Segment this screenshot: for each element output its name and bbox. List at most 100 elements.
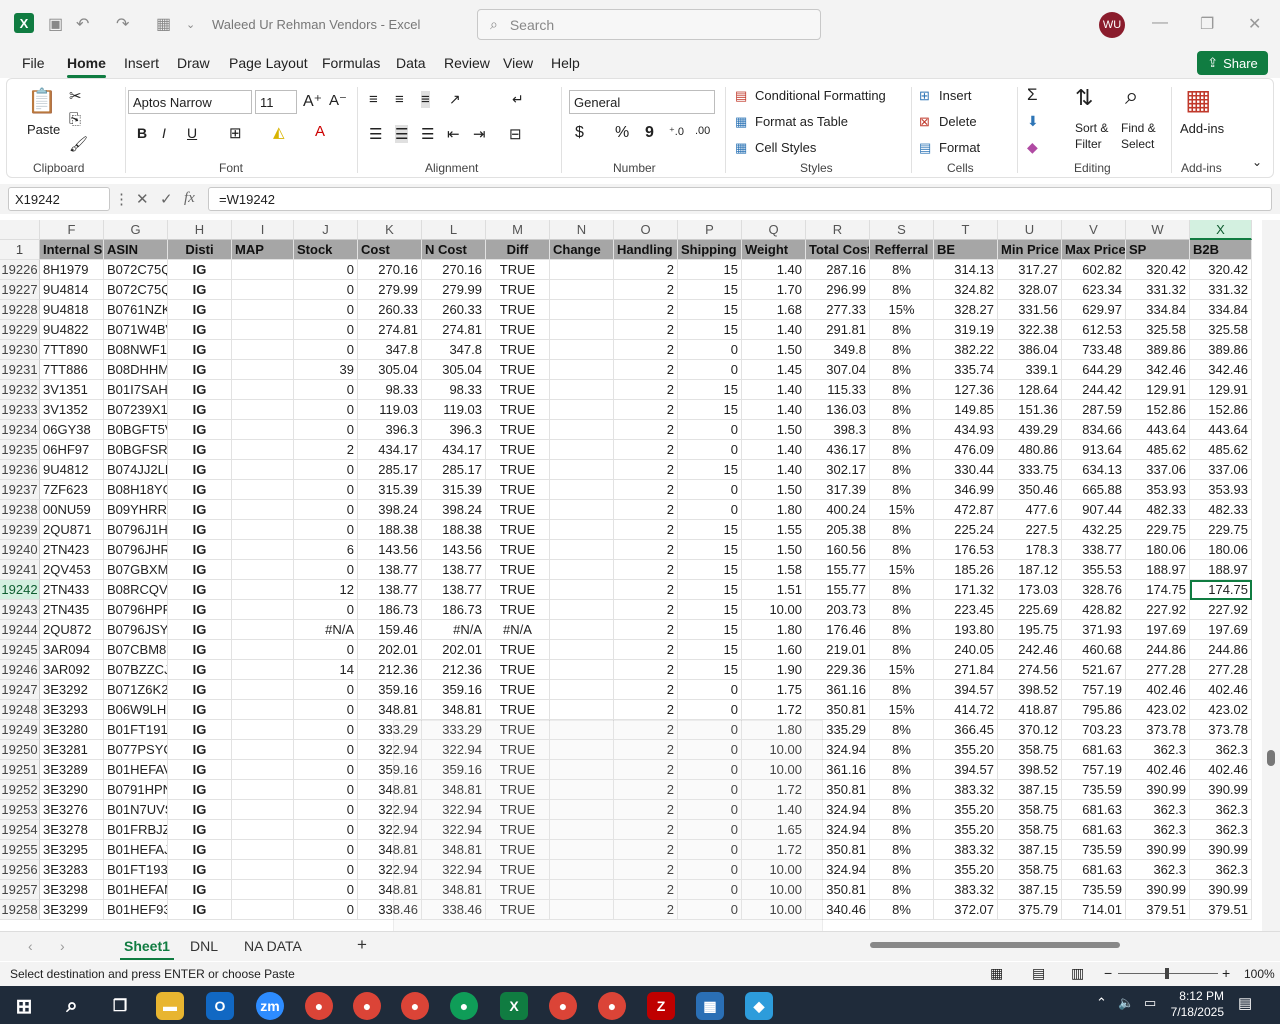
grid-cell[interactable]: 472.87 — [934, 500, 998, 520]
grid-cell[interactable]: IG — [168, 300, 232, 320]
grid-cell[interactable]: 2 — [294, 440, 358, 460]
grid-cell[interactable]: 0 — [678, 420, 742, 440]
grid-cell[interactable]: 324.82 — [934, 280, 998, 300]
grid-cell[interactable]: 735.59 — [1062, 780, 1126, 800]
grid-cell[interactable]: 00NU59 — [40, 500, 104, 520]
grid-cell[interactable]: B09YHRRP — [104, 500, 168, 520]
row-header[interactable]: 19232 — [0, 380, 40, 400]
grid-cell[interactable]: 188.97 — [1126, 560, 1190, 580]
grid-cell[interactable]: 277.33 — [806, 300, 870, 320]
column-header-v[interactable]: V — [1062, 220, 1126, 240]
row-header[interactable]: 19239 — [0, 520, 40, 540]
collapse-ribbon-icon[interactable]: ⌄ — [1252, 155, 1262, 169]
grid-cell[interactable]: B01FT193 — [104, 860, 168, 880]
row-header[interactable]: 19231 — [0, 360, 40, 380]
grid-cell[interactable]: 2 — [614, 480, 678, 500]
grid-cell[interactable]: 8% — [870, 680, 934, 700]
grid-cell[interactable]: 128.64 — [998, 380, 1062, 400]
grid-cell[interactable]: 143.56 — [358, 540, 422, 560]
grid-cell[interactable] — [550, 440, 614, 460]
grid-cell[interactable]: 8% — [870, 720, 934, 740]
grid-cell[interactable]: TRUE — [486, 460, 550, 480]
grid-cell[interactable]: 0 — [294, 680, 358, 700]
page-break-view-icon[interactable]: ▥ — [1071, 965, 1084, 982]
grid-cell[interactable]: 0 — [294, 860, 358, 880]
grid-cell[interactable]: 1.58 — [742, 560, 806, 580]
chrome-icon[interactable]: ● — [305, 992, 333, 1020]
column-header-i[interactable]: I — [232, 220, 294, 240]
grid-cell[interactable]: 0 — [294, 840, 358, 860]
grid-cell[interactable]: 0 — [678, 440, 742, 460]
grid-cell[interactable]: 335.74 — [934, 360, 998, 380]
grid-cell[interactable]: 15 — [678, 560, 742, 580]
grid-cell[interactable]: 2 — [614, 500, 678, 520]
grid-cell[interactable] — [550, 500, 614, 520]
grid-cell[interactable]: IG — [168, 880, 232, 900]
grid-cell[interactable]: 372.07 — [934, 900, 998, 920]
row-header[interactable]: 19227 — [0, 280, 40, 300]
grid-cell[interactable]: 339.1 — [998, 360, 1062, 380]
grid-cell[interactable]: 8% — [870, 360, 934, 380]
grid-cell[interactable]: 2 — [614, 540, 678, 560]
grid-cell[interactable]: 0 — [294, 300, 358, 320]
grid-cell[interactable]: 362.3 — [1126, 860, 1190, 880]
grid-cell[interactable]: 2 — [614, 680, 678, 700]
grid-cell[interactable]: TRUE — [486, 280, 550, 300]
header-cell[interactable]: Handling — [614, 240, 678, 260]
grid-cell[interactable]: 0 — [294, 880, 358, 900]
menu-file[interactable]: File — [22, 55, 45, 71]
grid-cell[interactable]: B01HEFAM — [104, 880, 168, 900]
row-header[interactable]: 19258 — [0, 900, 40, 920]
grid-cell[interactable]: 3E3278 — [40, 820, 104, 840]
header-cell[interactable]: MAP — [232, 240, 294, 260]
row-header[interactable]: 19234 — [0, 420, 40, 440]
tab-na-data[interactable]: NA DATA — [244, 938, 302, 954]
grid-cell[interactable]: 277.28 — [1190, 660, 1252, 680]
page-layout-view-icon[interactable]: ▤ — [1032, 965, 1045, 982]
grid-cell[interactable]: 188.38 — [358, 520, 422, 540]
grid-cell[interactable]: TRUE — [486, 340, 550, 360]
grid-cell[interactable]: 8% — [870, 620, 934, 640]
grid-cell[interactable]: 8% — [870, 320, 934, 340]
tray-chevron-icon[interactable]: ⌃ — [1096, 995, 1107, 1011]
grid-cell[interactable] — [232, 300, 294, 320]
grid-cell[interactable]: 15 — [678, 400, 742, 420]
grid-cell[interactable]: 0 — [294, 760, 358, 780]
zoom-slider-thumb[interactable] — [1165, 968, 1169, 979]
grid-cell[interactable]: 203.73 — [806, 600, 870, 620]
header-cell[interactable]: Diff — [486, 240, 550, 260]
grid-cell[interactable]: TRUE — [486, 500, 550, 520]
grid-cell[interactable]: 398.3 — [806, 420, 870, 440]
row-header[interactable]: 19241 — [0, 560, 40, 580]
grid-cell[interactable]: 187.12 — [998, 560, 1062, 580]
grid-cell[interactable]: TRUE — [486, 400, 550, 420]
grid-cell[interactable]: 1.50 — [742, 480, 806, 500]
grid-cell[interactable]: 1.70 — [742, 280, 806, 300]
bottom-align-icon[interactable]: ≡ — [421, 91, 430, 108]
column-header-t[interactable]: T — [934, 220, 998, 240]
grid-cell[interactable]: 0 — [294, 820, 358, 840]
grid-cell[interactable]: 386.04 — [998, 340, 1062, 360]
grid-cell[interactable]: 315.39 — [358, 480, 422, 500]
grid-cell[interactable]: 279.99 — [422, 280, 486, 300]
menu-page-layout[interactable]: Page Layout — [229, 55, 308, 71]
grid-cell[interactable]: 370.12 — [998, 720, 1062, 740]
currency-button[interactable]: $ — [575, 124, 584, 142]
grid-cell[interactable]: 0 — [678, 700, 742, 720]
row-header[interactable]: 19240 — [0, 540, 40, 560]
grid-cell[interactable]: B01FT191 — [104, 720, 168, 740]
horizontal-scroll-thumb[interactable] — [870, 942, 1120, 948]
grid-cell[interactable]: B08RCQVC — [104, 580, 168, 600]
grid-cell[interactable] — [550, 580, 614, 600]
grid-cell[interactable]: 285.17 — [358, 460, 422, 480]
grid-cell[interactable]: 2 — [614, 360, 678, 380]
redo-icon[interactable]: ↷ — [116, 14, 129, 34]
grid-cell[interactable]: 8% — [870, 380, 934, 400]
grid-cell[interactable]: IG — [168, 580, 232, 600]
calculator-icon[interactable]: ▦ — [696, 992, 724, 1020]
grid-cell[interactable]: 119.03 — [358, 400, 422, 420]
middle-align-icon[interactable]: ≡ — [395, 91, 404, 108]
grid-cell[interactable]: 387.15 — [998, 840, 1062, 860]
grid-cell[interactable]: IG — [168, 900, 232, 920]
next-sheet-icon[interactable]: › — [60, 938, 65, 954]
